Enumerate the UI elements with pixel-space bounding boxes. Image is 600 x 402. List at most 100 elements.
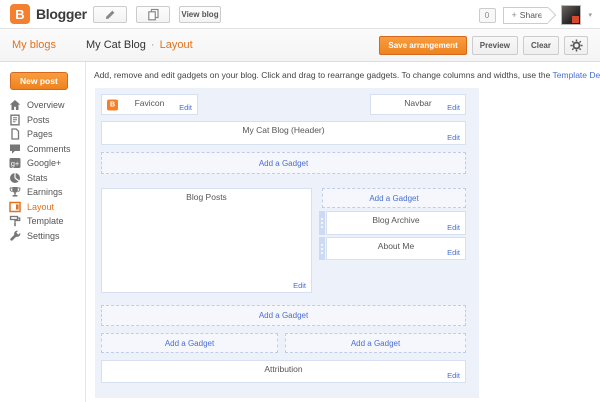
notifications-button[interactable]: 0 (479, 8, 496, 23)
gear-icon (570, 39, 583, 52)
earnings-icon (9, 186, 21, 198)
blog-title: My Cat Blog (86, 39, 146, 51)
sidebar-item-label: Pages (27, 129, 53, 139)
pages-list-button[interactable] (136, 6, 170, 23)
add-gadget-link[interactable]: Add a Gadget (165, 339, 214, 348)
gadget-title: My Cat Blog (Header) (102, 125, 465, 135)
template-designer-link[interactable]: Template Designer. (553, 70, 600, 80)
add-gadget-footer-right: Add a Gadget (285, 333, 466, 353)
edit-about-me-link[interactable]: Edit (447, 248, 460, 257)
instructions-body: Add, remove and edit gadgets on your blo… (94, 70, 553, 80)
clear-button[interactable]: Clear (523, 36, 559, 55)
stats-icon (9, 172, 21, 184)
instructions-text: Add, remove and edit gadgets on your blo… (94, 70, 600, 80)
sidebar-item-template[interactable]: Template (0, 214, 85, 229)
sidebar-item-label: Layout (27, 202, 54, 212)
pages-icon (9, 128, 21, 140)
add-gadget-link[interactable]: Add a Gadget (351, 339, 400, 348)
sidebar-item-label: Posts (27, 115, 50, 125)
google-plus-icon: g+ (9, 157, 21, 169)
new-post-button[interactable]: New post (10, 72, 68, 90)
template-icon (9, 215, 21, 227)
gadget-row-about-me: About Me Edit (319, 237, 466, 260)
brand-name: Blogger (36, 6, 87, 22)
posts-icon (9, 114, 21, 126)
sidebar-item-posts[interactable]: Posts (0, 113, 85, 128)
blogger-logo[interactable]: B Blogger (10, 4, 87, 24)
sidebar-item-label: Overview (27, 100, 65, 110)
share-arrow-icon (541, 7, 557, 23)
edit-header-link[interactable]: Edit (447, 133, 460, 142)
sidebar-item-comments[interactable]: Comments (0, 142, 85, 157)
sidebar-item-label: Earnings (27, 187, 63, 197)
gadget-title: Blog Archive (327, 215, 465, 225)
view-blog-button[interactable]: View blog (179, 6, 221, 23)
sidebar-item-label: Settings (27, 231, 60, 241)
subheader-actions: Save arrangement Preview Clear (379, 36, 600, 55)
layout-icon (9, 201, 21, 213)
sidebar-item-label: Template (27, 216, 64, 226)
section-name: Layout (160, 39, 193, 51)
sidebar-item-overview[interactable]: Overview (0, 98, 85, 113)
edit-attribution-link[interactable]: Edit (447, 371, 460, 380)
main-content: Add, remove and edit gadgets on your blo… (86, 62, 600, 402)
edit-favicon-link[interactable]: Edit (179, 103, 192, 112)
share-label: Share (520, 10, 543, 20)
sidebar-item-pages[interactable]: Pages (0, 127, 85, 142)
edit-blog-posts-link[interactable]: Edit (293, 281, 306, 290)
gadget-favicon[interactable]: B Favicon Edit (101, 94, 198, 115)
preview-button[interactable]: Preview (472, 36, 518, 55)
gadget-row-blog-archive: Blog Archive Edit (319, 211, 466, 235)
topbar: B Blogger View blog 0 + Share ▾ (0, 0, 600, 29)
gadget-blog-header[interactable]: My Cat Blog (Header) Edit (101, 121, 466, 145)
drag-handle[interactable] (319, 211, 325, 235)
gadget-blog-posts[interactable]: Blog Posts Edit (101, 188, 312, 293)
layout-canvas: B Favicon Edit Navbar Edit My Cat Blog (… (95, 88, 479, 398)
sidebar-item-label: Stats (27, 173, 48, 183)
comments-icon (9, 143, 21, 155)
add-gadget-link[interactable]: Add a Gadget (369, 194, 418, 203)
sidebar-item-google-plus[interactable]: g+ Google+ (0, 156, 85, 171)
breadcrumb: My Cat Blog · Layout (86, 39, 193, 51)
breadcrumb-separator: · (151, 39, 155, 51)
account-caret-icon[interactable]: ▾ (588, 11, 592, 19)
pencil-icon (104, 9, 116, 21)
add-gadget-sidebar: Add a Gadget (322, 188, 466, 208)
edit-blog-archive-link[interactable]: Edit (447, 223, 460, 232)
sidebar: New post Overview Posts Pages Comments g… (0, 62, 86, 402)
save-arrangement-button[interactable]: Save arrangement (379, 36, 466, 55)
gadget-navbar[interactable]: Navbar Edit (370, 94, 466, 115)
sidebar-item-label: Google+ (27, 158, 61, 168)
settings-gear-button[interactable] (564, 36, 588, 55)
edit-navbar-link[interactable]: Edit (447, 103, 460, 112)
settings-icon (9, 230, 21, 242)
sidebar-item-stats[interactable]: Stats (0, 171, 85, 186)
gadget-blog-archive[interactable]: Blog Archive Edit (326, 211, 466, 235)
topbar-right: 0 + Share ▾ (479, 5, 592, 25)
add-gadget-link[interactable]: Add a Gadget (259, 311, 308, 320)
new-post-pencil-button[interactable] (93, 6, 127, 23)
home-icon (9, 99, 21, 111)
sidebar-menu: Overview Posts Pages Comments g+ Google+… (0, 98, 85, 243)
add-gadget-footer-left: Add a Gadget (101, 333, 278, 353)
subheader: My blogs My Cat Blog · Layout Save arran… (0, 29, 600, 62)
add-gadget-link[interactable]: Add a Gadget (259, 159, 308, 168)
plus-icon: + (512, 10, 517, 20)
blogger-logo-icon: B (10, 4, 30, 24)
gadget-title: About Me (327, 241, 465, 251)
sidebar-item-layout[interactable]: Layout (0, 200, 85, 215)
my-blogs-link[interactable]: My blogs (0, 39, 86, 51)
share-button[interactable]: + Share (503, 7, 549, 24)
blogger-layout-page: B Blogger View blog 0 + Share ▾ My blogs… (0, 0, 600, 402)
sidebar-item-earnings[interactable]: Earnings (0, 185, 85, 200)
add-gadget-bottom-full: Add a Gadget (101, 305, 466, 326)
copy-pages-icon (147, 8, 160, 21)
gadget-about-me[interactable]: About Me Edit (326, 237, 466, 260)
avatar[interactable] (561, 5, 581, 25)
gadget-title: Attribution (102, 364, 465, 374)
gadget-attribution[interactable]: Attribution Edit (101, 360, 466, 383)
sidebar-item-settings[interactable]: Settings (0, 229, 85, 244)
svg-text:g+: g+ (11, 159, 20, 168)
add-gadget-top: Add a Gadget (101, 152, 466, 174)
drag-handle[interactable] (319, 237, 325, 260)
